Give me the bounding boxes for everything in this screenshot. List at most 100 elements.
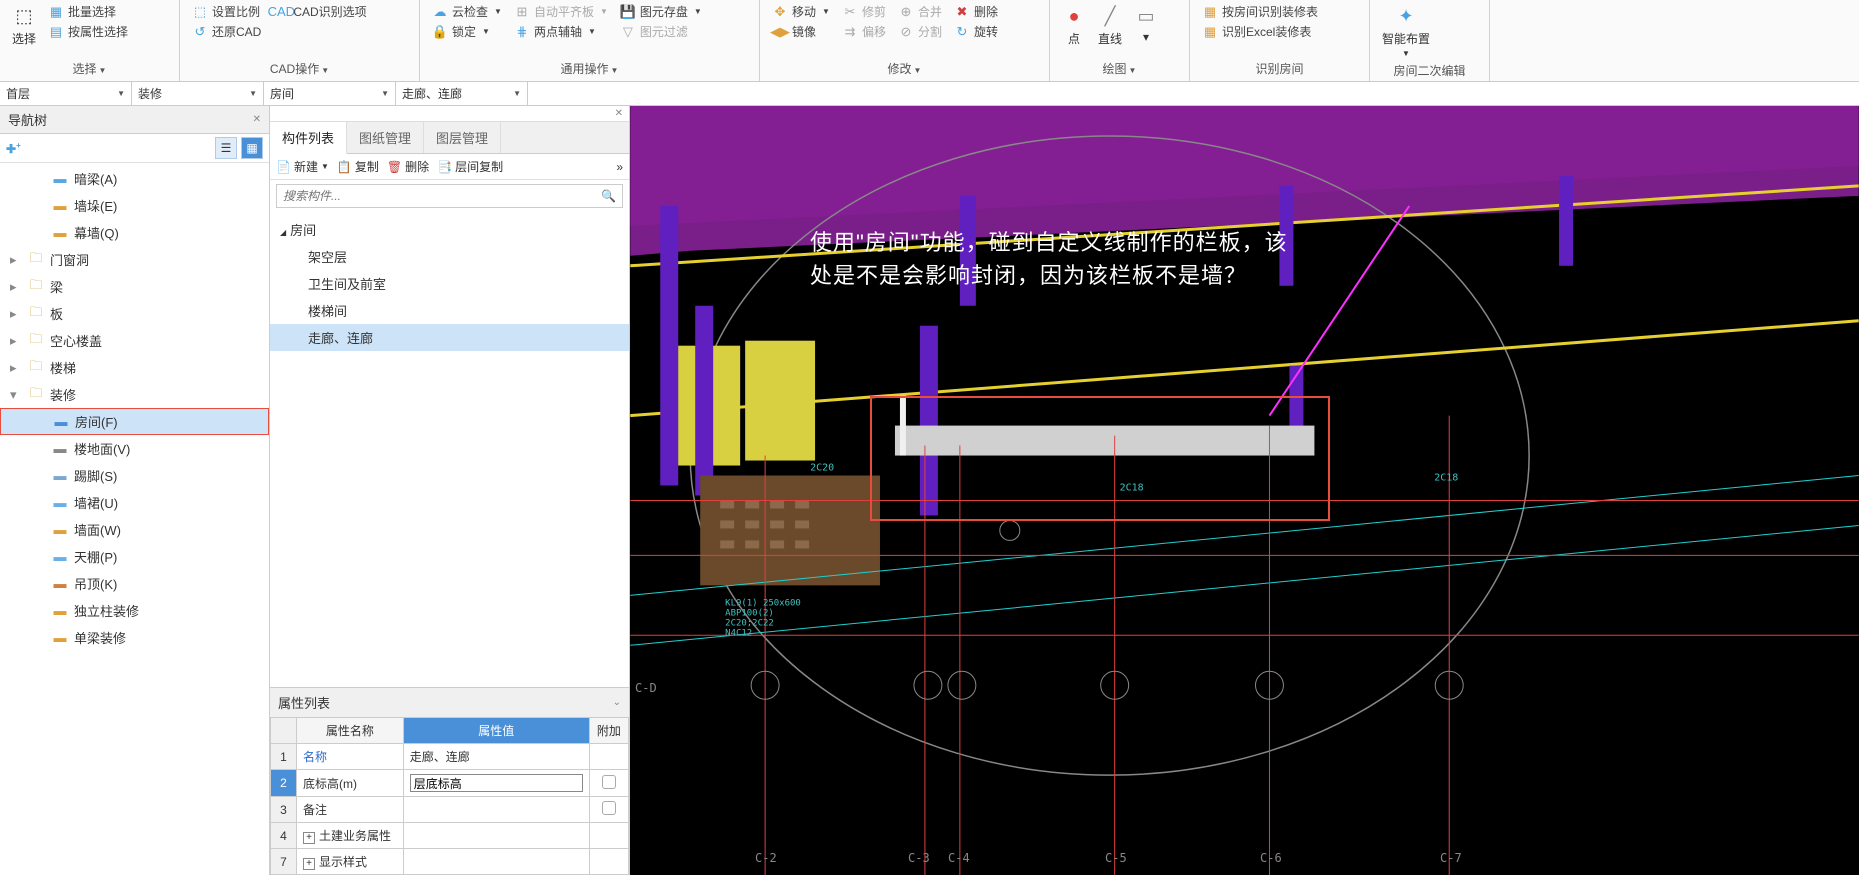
expand-icon[interactable]: ▸ bbox=[10, 333, 22, 349]
grid-label: C-7 bbox=[1440, 851, 1462, 865]
prop-value[interactable] bbox=[403, 770, 589, 797]
svg-text:ABP100(2): ABP100(2) bbox=[725, 608, 774, 618]
nav-close-icon[interactable]: ✕ bbox=[253, 114, 261, 125]
line-button[interactable]: ╱直线 bbox=[1094, 2, 1126, 49]
component-filter[interactable]: 走廊、连廊▼ bbox=[396, 82, 528, 105]
tree-item[interactable]: ▸🗀门窗洞 bbox=[0, 246, 269, 273]
ribbon-group-draw: ●点 ╱直线 ▭▾ 绘图▼ bbox=[1050, 0, 1190, 81]
move-button[interactable]: ✥移动▼ bbox=[768, 2, 834, 21]
layer-copy-button[interactable]: 📑层间复制 bbox=[437, 158, 503, 175]
trim-button[interactable]: ✂修剪 bbox=[838, 2, 890, 21]
comp-close-icon[interactable]: ✕ bbox=[611, 108, 627, 119]
comp-root[interactable]: 房间 bbox=[270, 216, 629, 243]
excel-button[interactable]: ▦识别Excel装修表 bbox=[1198, 22, 1322, 41]
tab[interactable]: 图纸管理 bbox=[347, 122, 424, 153]
prop-row[interactable]: 3备注 bbox=[271, 797, 629, 823]
point-button[interactable]: ●点 bbox=[1058, 2, 1090, 49]
tab[interactable]: 构件列表 bbox=[270, 122, 347, 154]
expand-button[interactable]: + bbox=[303, 832, 315, 844]
save-elem-button[interactable]: 💾图元存盘▼ bbox=[616, 2, 706, 21]
tree-item[interactable]: ▬踢脚(S) bbox=[0, 462, 269, 489]
split-button[interactable]: ⊘分割 bbox=[894, 22, 946, 41]
expand-icon[interactable]: ▸ bbox=[10, 306, 22, 322]
copy-button[interactable]: 📋复制 bbox=[337, 158, 379, 175]
svg-text:2C20: 2C20 bbox=[810, 463, 834, 474]
tree-item[interactable]: ▸🗀板 bbox=[0, 300, 269, 327]
component-panel: ✕ 构件列表图纸管理图层管理 📄新建▼ 📋复制 🗑删除 📑层间复制 » 🔍 房间… bbox=[270, 106, 630, 875]
expand-icon[interactable]: ▸ bbox=[10, 279, 22, 295]
new-button[interactable]: 📄新建▼ bbox=[276, 158, 329, 175]
tree-item[interactable]: ▬幕墙(Q) bbox=[0, 219, 269, 246]
smart-layout-button[interactable]: ✦智能布置▼ bbox=[1378, 2, 1434, 60]
offset-button[interactable]: ⇉偏移 bbox=[838, 22, 890, 41]
by-room-button[interactable]: ▦按房间识别装修表 bbox=[1198, 2, 1322, 21]
tab[interactable]: 图层管理 bbox=[424, 122, 501, 153]
delete-button[interactable]: ✖删除 bbox=[950, 2, 1002, 21]
comp-item[interactable]: 走廊、连廊 bbox=[270, 324, 629, 351]
select-by-attr-button[interactable]: ▤按属性选择 bbox=[44, 22, 132, 41]
cloud-check-button[interactable]: ☁云检查▼ bbox=[428, 2, 506, 21]
set-ratio-button[interactable]: ⬚设置比例 bbox=[188, 2, 265, 21]
tree-item[interactable]: ▬墙垛(E) bbox=[0, 192, 269, 219]
comp-item[interactable]: 卫生间及前室 bbox=[270, 270, 629, 297]
search-icon[interactable]: 🔍 bbox=[595, 189, 622, 203]
shape-button[interactable]: ▭▾ bbox=[1130, 2, 1162, 46]
mirror-button[interactable]: ◀▶镜像 bbox=[768, 22, 834, 41]
comp-item[interactable]: 架空层 bbox=[270, 243, 629, 270]
batch-select-button[interactable]: ▦批量选择 bbox=[44, 2, 132, 21]
expand-icon[interactable]: ▸ bbox=[10, 252, 22, 268]
3d-viewport[interactable]: KL9(1) 250x600 ABP100(2) 2C20;2C22 N4C12… bbox=[630, 106, 1859, 875]
list-view-button[interactable]: ☰ bbox=[215, 137, 237, 159]
filter-elem-button[interactable]: ▽图元过滤 bbox=[616, 22, 706, 41]
comp-delete-button[interactable]: 🗑删除 bbox=[387, 158, 429, 175]
grid-label-cd: C-D bbox=[635, 681, 657, 695]
merge-button[interactable]: ⊕合并 bbox=[894, 2, 946, 21]
expand-icon[interactable]: ▸ bbox=[10, 360, 22, 376]
prop-row[interactable]: 4+土建业务属性 bbox=[271, 823, 629, 849]
lock-button[interactable]: 🔒锁定▼ bbox=[428, 22, 506, 41]
prop-input[interactable] bbox=[410, 774, 583, 792]
tree-item[interactable]: ▬房间(F) bbox=[0, 408, 269, 435]
category-filter[interactable]: 装修▼ bbox=[132, 82, 264, 105]
tree-item[interactable]: ▾🗀装修 bbox=[0, 381, 269, 408]
search-box[interactable]: 🔍 bbox=[276, 184, 623, 208]
tree-item[interactable]: ▬楼地面(V) bbox=[0, 435, 269, 462]
tree-item[interactable]: ▸🗀空心楼盖 bbox=[0, 327, 269, 354]
grid-label: C-5 bbox=[1105, 851, 1127, 865]
prop-row[interactable]: 7+显示样式 bbox=[271, 849, 629, 875]
tree-item[interactable]: ▬吊顶(K) bbox=[0, 570, 269, 597]
prop-extra bbox=[589, 744, 628, 770]
prop-row[interactable]: 1名称走廊、连廊 bbox=[271, 744, 629, 770]
comp-item[interactable]: 楼梯间 bbox=[270, 297, 629, 324]
tree-item[interactable]: ▸🗀梁 bbox=[0, 273, 269, 300]
tree-item[interactable]: ▬暗梁(A) bbox=[0, 165, 269, 192]
tree-label: 踢脚(S) bbox=[74, 466, 117, 485]
add-node-button[interactable]: ✚+ bbox=[6, 141, 21, 156]
tree-label: 天棚(P) bbox=[74, 547, 117, 566]
restore-cad-button[interactable]: ↺还原CAD bbox=[188, 22, 265, 41]
expand-icon[interactable]: ▾ bbox=[10, 387, 22, 403]
more-button[interactable]: » bbox=[616, 160, 623, 174]
select-button[interactable]: ⬚选择 bbox=[8, 2, 40, 49]
prop-row[interactable]: 2底标高(m) bbox=[271, 770, 629, 797]
tree-item[interactable]: ▬独立柱装修 bbox=[0, 597, 269, 624]
ribbon-group-layout: ✦智能布置▼ 房间二次编辑 bbox=[1370, 0, 1490, 81]
prop-extra[interactable] bbox=[589, 770, 628, 797]
grid-view-button[interactable]: ▦ bbox=[241, 137, 263, 159]
tree-item[interactable]: ▬墙面(W) bbox=[0, 516, 269, 543]
tree-item[interactable]: ▬墙裙(U) bbox=[0, 489, 269, 516]
subcategory-filter[interactable]: 房间▼ bbox=[264, 82, 396, 105]
two-point-button[interactable]: ⋕两点辅轴▼ bbox=[510, 22, 612, 41]
tree-item[interactable]: ▬天棚(P) bbox=[0, 543, 269, 570]
tree-item[interactable]: ▸🗀楼梯 bbox=[0, 354, 269, 381]
auto-align-button[interactable]: ⊞自动平齐板▼ bbox=[510, 2, 612, 21]
search-input[interactable] bbox=[277, 185, 595, 207]
prop-extra[interactable] bbox=[589, 797, 628, 823]
rotate-button[interactable]: ↻旋转 bbox=[950, 22, 1002, 41]
grid-label: C-2 bbox=[755, 851, 777, 865]
cad-options-button[interactable]: CADCAD识别选项 bbox=[269, 2, 370, 21]
expand-button[interactable]: + bbox=[303, 858, 315, 870]
tree-item[interactable]: ▬单梁装修 bbox=[0, 624, 269, 651]
grid-label: C-4 bbox=[948, 851, 970, 865]
floor-filter[interactable]: 首层▼ bbox=[0, 82, 132, 105]
